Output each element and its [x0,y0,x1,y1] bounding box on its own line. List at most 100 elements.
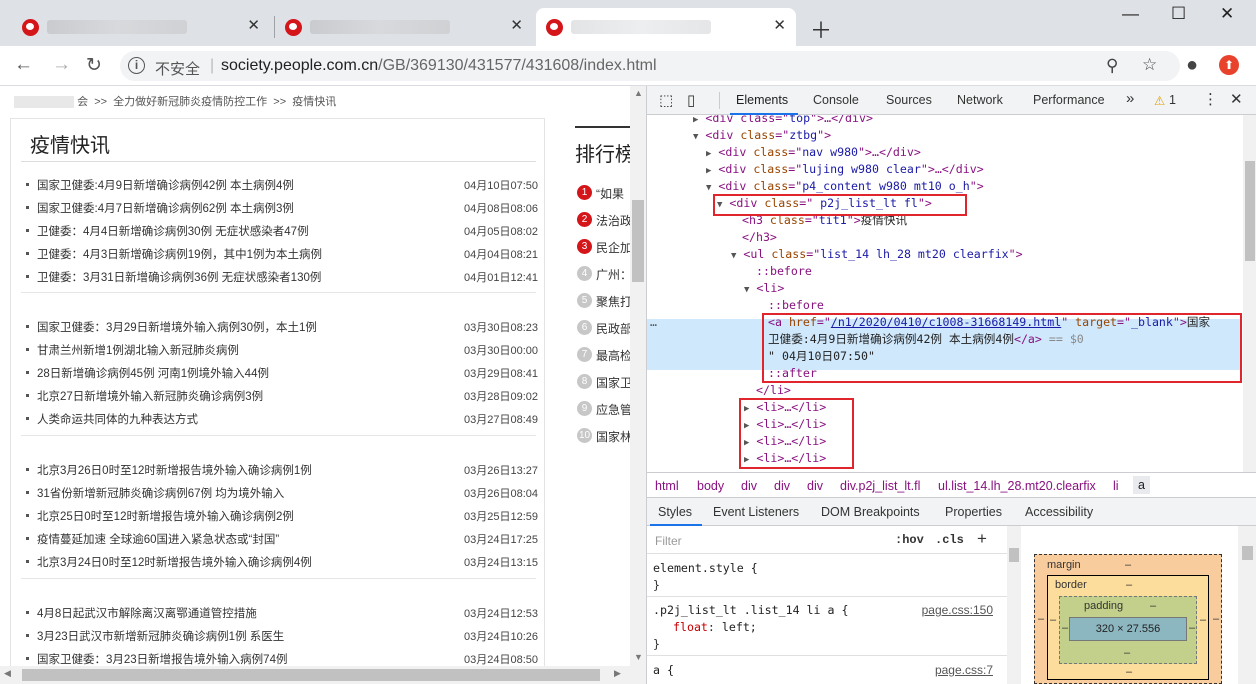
breadcrumb-item[interactable]: 会 [77,96,88,108]
style-rule-selector[interactable]: .p2j_list_lt .list_14 li a { [653,603,848,617]
box-model-border-bottom[interactable]: – [1126,666,1132,678]
expand-triangle-icon[interactable]: ▶ [706,149,711,159]
style-rule-selector[interactable]: element.style { [653,561,758,575]
bookmark-star-icon[interactable]: ☆ [1142,55,1157,75]
device-toolbar-icon[interactable]: ▯ [687,91,695,109]
styles-scroll-thumb[interactable] [1009,548,1019,562]
warning-icon[interactable]: ⚠ [1154,93,1165,108]
tab-dom-breakpoints[interactable]: DOM Breakpoints [821,505,920,519]
collapse-triangle-icon[interactable]: ▼ [693,132,698,142]
news-list-item[interactable]: 国家卫健委:4月9日新增确诊病例42例 本土病例4例 04月10日07:50 [26,174,538,196]
new-tab-button[interactable]: ＋ [810,13,832,45]
ranking-item-link[interactable]: 国家林 [596,428,631,445]
security-label[interactable]: 不安全 [155,58,200,79]
url-text[interactable]: society.people.com.cn/GB/369130/431577/4… [221,57,657,75]
browser-tab-2[interactable]: ✕ [275,8,533,46]
scroll-left-arrow-icon[interactable]: ◀ [4,668,11,679]
tab-event-listeners[interactable]: Event Listeners [713,505,799,519]
news-list-item[interactable]: 人类命运共同体的九种表达方式 03月27日08:49 [26,408,538,430]
close-tab-icon[interactable]: ✕ [773,18,786,34]
pseudo-element[interactable]: ::before [768,297,824,314]
news-title-link[interactable]: 3月23日武汉市新增新冠肺炎确诊病例1例 系医生 [37,628,284,644]
scroll-right-arrow-icon[interactable]: ▶ [614,668,621,679]
dom-tree-scroll-thumb[interactable] [1245,161,1255,261]
news-title-link[interactable]: 北京27日新增境外输入新冠肺炎确诊病例3例 [37,388,263,404]
styles-filter-input[interactable]: Filter [655,534,682,548]
maximize-button[interactable]: ☐ [1171,4,1186,24]
news-list-item[interactable]: 国家卫健委：3月29日新增境外输入病例30例，本土1例 03月30日08:23 [26,316,538,338]
box-model-margin-right[interactable]: – [1213,613,1219,625]
news-title-link[interactable]: 4月8日起武汉市解除离汉离鄂通道管控措施 [37,605,257,621]
close-tab-icon[interactable]: ✕ [247,18,260,34]
news-title-link[interactable]: 北京3月26日0时至12时新增报告境外输入确诊病例1例 [37,462,312,478]
box-model-border-right[interactable]: – [1200,614,1206,626]
breadcrumb-item[interactable]: 全力做好新冠肺炎疫情防控工作 [113,96,267,108]
news-list-item[interactable]: 国家卫健委:4月7日新增确诊病例62例 本土病例3例 04月08日08:06 [26,197,538,219]
news-title-link[interactable]: 国家卫健委:4月9日新增确诊病例42例 本土病例4例 [37,177,294,193]
new-style-rule-button[interactable]: + [977,529,987,549]
node-actions-ellipsis[interactable]: … [650,314,657,331]
style-declaration[interactable]: float: left; [673,620,757,634]
breadcrumb-div[interactable]: div [741,479,757,493]
news-list-item[interactable]: 北京3月24日0时至12时新增报告境外输入确诊病例4例 03月24日13:15 [26,551,538,573]
news-title-link[interactable]: 疫情蔓延加速 全球逾60国进入紧急状态或“封国” [37,531,279,547]
ranking-item-link[interactable]: “如果 [596,185,624,202]
browser-tab-active[interactable]: ✕ [536,8,796,46]
news-list-item[interactable]: 卫健委：4月3日新增确诊病例19例，其中1例为本土病例 04月04日08:21 [26,243,538,265]
breadcrumb-div[interactable]: div [774,479,790,493]
news-list-item[interactable]: 北京27日新增境外输入新冠肺炎确诊病例3例 03月28日09:02 [26,385,538,407]
news-title-link[interactable]: 北京3月24日0时至12时新增报告境外输入确诊病例4例 [37,554,312,570]
collapse-triangle-icon[interactable]: ▼ [706,183,711,193]
more-tabs-button[interactable]: » [1126,90,1134,107]
account-avatar-icon[interactable]: ● [1186,54,1198,77]
close-window-button[interactable]: ✕ [1220,4,1234,24]
ranking-item-link[interactable]: 应急管 [596,401,631,418]
warning-count[interactable]: 1 [1169,93,1176,107]
reload-button[interactable]: ↻ [86,54,102,77]
breadcrumb-html[interactable]: html [655,479,679,493]
box-model-margin-left[interactable]: – [1038,613,1044,625]
breadcrumb-ul[interactable]: ul.list_14.lh_28.mt20.clearfix [938,479,1096,493]
browser-tab-1[interactable]: ✕ [12,8,270,46]
dom-node[interactable]: </li> [756,382,791,399]
ranking-item-link[interactable]: 法治政 [596,212,631,229]
news-list-item[interactable]: 28日新增确诊病例45例 河南1例境外输入44例 03月29日08:41 [26,362,538,384]
news-title-link[interactable]: 卫健委：3月31日新增确诊病例36例 无症状感染者130例 [37,269,321,285]
collapse-triangle-icon[interactable]: ▼ [744,285,749,295]
forward-button[interactable]: → [52,54,71,76]
breadcrumb-body[interactable]: body [697,479,724,493]
breadcrumb-div[interactable]: div [807,479,823,493]
news-title-link[interactable]: 28日新增确诊病例45例 河南1例境外输入44例 [37,365,269,381]
news-list-item[interactable]: 甘肃兰州新增1例湖北输入新冠肺炎病例 03月30日00:00 [26,339,538,361]
scroll-down-arrow-icon[interactable]: ▼ [634,652,643,662]
dom-node[interactable]: </h3> [742,229,777,246]
box-model-content[interactable]: 320 × 27.556 [1069,617,1187,641]
style-rule-selector[interactable]: a { [653,663,674,677]
breadcrumb-li[interactable]: li [1113,479,1119,493]
devtools-menu-icon[interactable]: ⋮ [1203,90,1218,108]
ranking-item-link[interactable]: 民政部 [596,320,631,337]
tab-styles[interactable]: Styles [658,505,692,519]
close-devtools-icon[interactable]: ✕ [1230,90,1243,108]
pseudo-element[interactable]: ::before [756,263,812,280]
box-model-padding-left[interactable]: – [1062,622,1068,634]
breadcrumb-a[interactable]: a [1133,476,1150,494]
news-list-item[interactable]: 4月8日起武汉市解除离汉离鄂通道管控措施 03月24日12:53 [26,602,538,624]
zoom-search-icon[interactable]: ⚲ [1106,56,1118,76]
info-icon[interactable]: i [128,57,145,74]
extension-update-icon[interactable]: ⬆ [1219,55,1239,75]
hover-state-toggle[interactable]: :hov [895,533,924,547]
scroll-up-arrow-icon[interactable]: ▲ [634,88,643,98]
computed-pane-scroll-thumb[interactable] [1242,546,1253,560]
page-horizontal-scroll-thumb[interactable] [22,669,600,681]
box-model-margin-value[interactable]: – [1125,559,1131,571]
news-list-item[interactable]: 疫情蔓延加速 全球逾60国进入紧急状态或“封国” 03月24日17:25 [26,528,538,550]
collapse-triangle-icon[interactable]: ▼ [731,251,736,261]
back-button[interactable]: ← [14,54,33,76]
news-list-item[interactable]: 卫健委：4月4日新增确诊病例30例 无症状感染者47例 04月05日08:02 [26,220,538,242]
news-title-link[interactable]: 卫健委：4月3日新增确诊病例19例，其中1例为本土病例 [37,246,322,262]
style-source-link[interactable]: page.css:7 [935,663,993,677]
expand-triangle-icon[interactable]: ▶ [706,166,711,176]
tab-sources[interactable]: Sources [886,93,932,107]
breadcrumb-item[interactable]: 疫情快讯 [292,96,336,108]
